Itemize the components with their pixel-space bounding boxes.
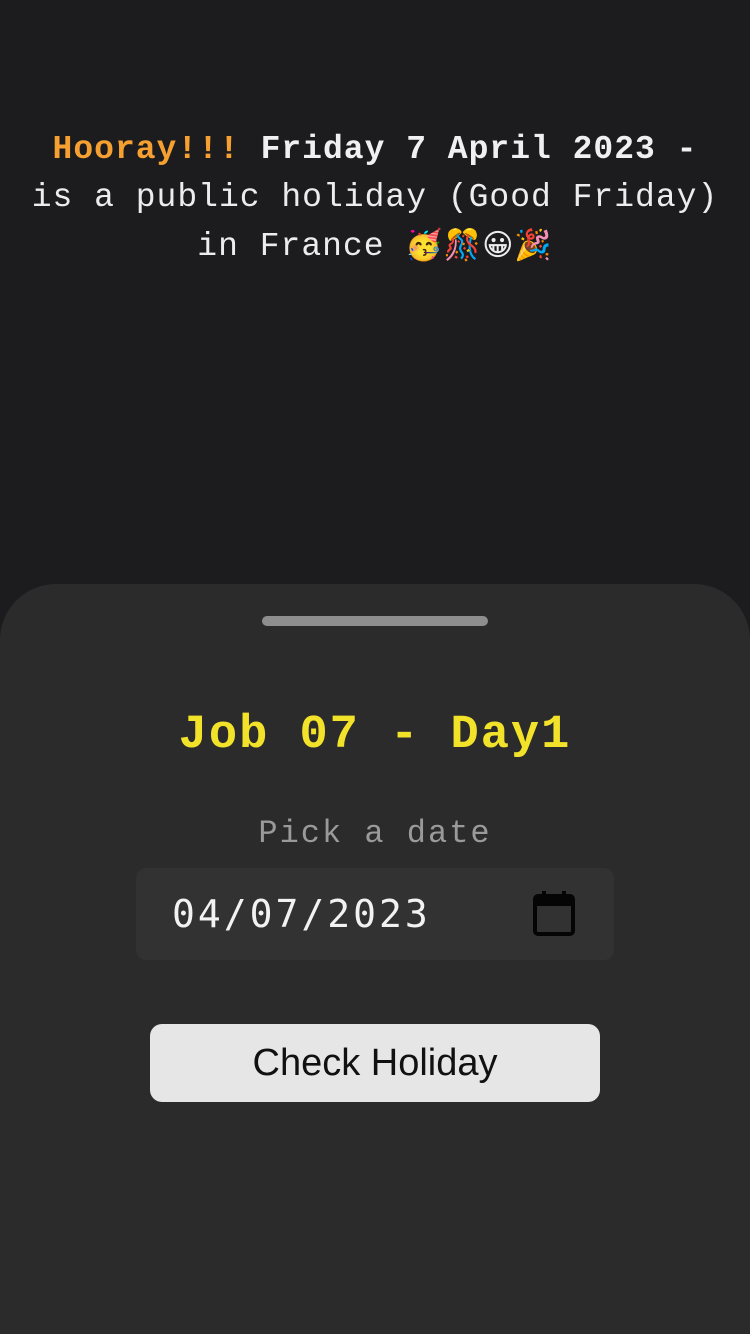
- calendar-icon[interactable]: [532, 890, 576, 938]
- date-input[interactable]: 04/07/2023: [136, 868, 614, 960]
- sheet-grabber-handle[interactable]: [262, 616, 488, 626]
- confetti-ball-emoji-icon: 🎊: [443, 228, 483, 263]
- grinning-face-emoji-icon: 😀: [482, 228, 515, 263]
- holiday-date-text: Friday 7 April 2023 -: [260, 131, 698, 168]
- date-picker-label: Pick a date: [258, 815, 492, 852]
- check-holiday-button[interactable]: Check Holiday: [150, 1024, 600, 1102]
- bottom-sheet: Job 07 - Day1 Pick a date 04/07/2023 Che…: [0, 584, 750, 1334]
- party-face-emoji-icon: 🥳: [405, 228, 444, 263]
- date-input-value[interactable]: 04/07/2023: [172, 890, 431, 938]
- holiday-result-message: Hooray!!! Friday 7 April 2023 - is a pub…: [30, 126, 720, 271]
- hooray-text: Hooray!!!: [52, 131, 240, 168]
- holiday-description-text: is a public holiday (Good Friday) in Fra…: [31, 179, 719, 265]
- page-title: Job 07 - Day1: [178, 709, 572, 762]
- party-popper-emoji-icon: 🎉: [514, 228, 553, 263]
